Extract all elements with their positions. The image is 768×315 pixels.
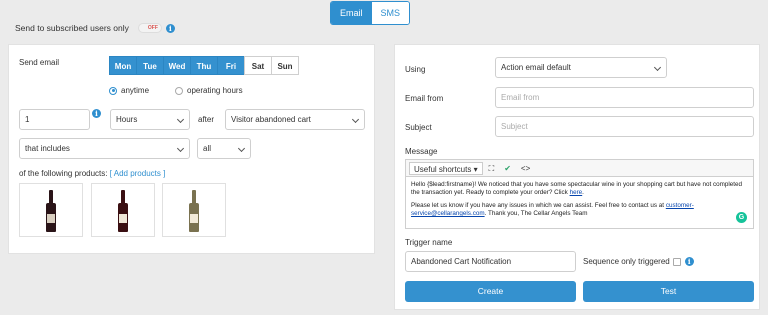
fullscreen-icon[interactable]: ⛶ xyxy=(485,162,499,175)
subject-label: Subject xyxy=(405,123,432,132)
message-editor[interactable]: Useful shortcuts ▾ ⛶ ✔ <> Hello {$lead:f… xyxy=(405,159,754,229)
day-thu[interactable]: Thu xyxy=(190,56,218,75)
message-label: Message xyxy=(405,147,438,156)
radio-anytime-dot[interactable] xyxy=(109,86,117,95)
trigger-event-select[interactable]: Visitor abandoned cart xyxy=(225,109,365,130)
send-email-label: Send email xyxy=(19,58,60,67)
after-label: after xyxy=(198,115,215,124)
editor-toolbar: Useful shortcuts ▾ ⛶ ✔ <> xyxy=(406,160,753,177)
radio-operating-hours[interactable]: operating hours xyxy=(175,86,243,95)
day-sat[interactable]: Sat xyxy=(244,56,272,75)
day-wed[interactable]: Wed xyxy=(163,56,191,75)
day-tue[interactable]: Tue xyxy=(136,56,164,75)
useful-shortcuts-dropdown[interactable]: Useful shortcuts ▾ xyxy=(409,161,483,175)
toggle-state: OFF xyxy=(147,25,158,31)
product-card[interactable] xyxy=(91,183,155,237)
bottle-label xyxy=(119,214,127,223)
radio-operating-label: operating hours xyxy=(187,86,243,95)
delay-unit-select[interactable]: Hours xyxy=(110,109,190,130)
bottle-label xyxy=(190,214,198,223)
tab-email[interactable]: Email xyxy=(331,2,372,24)
message-paragraph: Hello {$lead:firstname}! We noticed that… xyxy=(411,181,743,197)
trigger-name-label: Trigger name xyxy=(405,238,453,247)
trigger-name-input[interactable]: Abandoned Cart Notification xyxy=(405,251,576,272)
condition-select[interactable]: that includes xyxy=(19,138,190,159)
sequence-info-icon[interactable]: i xyxy=(684,257,694,266)
code-view-icon[interactable]: <> xyxy=(517,162,534,175)
wine-bottle-image xyxy=(118,190,128,232)
sequence-only-row: Sequence only triggered i xyxy=(583,257,694,266)
test-button[interactable]: Test xyxy=(583,281,754,302)
sequence-only-checkbox[interactable] xyxy=(672,257,681,266)
grammarly-icon[interactable]: G xyxy=(736,212,747,223)
products-label: of the following products: xyxy=(19,169,108,178)
create-button[interactable]: Create xyxy=(405,281,576,302)
email-from-label: Email from xyxy=(405,94,444,103)
message-paragraph: Please let us know if you have any issue… xyxy=(411,201,694,217)
spellcheck-icon[interactable]: ✔ xyxy=(500,162,515,175)
subscribed-row: Send to subscribed users only OFF i xyxy=(15,23,175,33)
bottle-neck xyxy=(49,190,53,204)
add-products-link[interactable]: [ Add products ] xyxy=(110,169,166,178)
bottle-label xyxy=(47,214,55,223)
bottle-neck xyxy=(192,190,196,204)
using-label: Using xyxy=(405,65,426,74)
tab-sms[interactable]: SMS xyxy=(371,2,410,24)
bottle-neck xyxy=(121,190,125,204)
here-link[interactable]: here xyxy=(570,189,583,196)
info-icon[interactable]: i xyxy=(165,23,175,33)
email-from-input[interactable]: Email from xyxy=(495,87,754,108)
message-body[interactable]: Hello {$lead:firstname}! We noticed that… xyxy=(406,177,753,226)
day-fri[interactable]: Fri xyxy=(217,56,245,75)
day-selector: Mon Tue Wed Thu Fri Sat Sun xyxy=(109,56,299,75)
day-sun[interactable]: Sun xyxy=(271,56,299,75)
delay-info-icon[interactable]: i xyxy=(92,109,101,118)
product-card[interactable] xyxy=(162,183,226,237)
products-row: of the following products: [ Add product… xyxy=(19,169,165,178)
radio-anytime-label: anytime xyxy=(121,86,150,95)
using-select[interactable]: Action email default xyxy=(495,57,667,78)
radio-anytime[interactable]: anytime xyxy=(109,86,149,95)
sequence-only-label: Sequence only triggered xyxy=(583,257,670,266)
schedule-panel: Send email Mon Tue Wed Thu Fri Sat Sun a… xyxy=(8,44,375,254)
radio-operating-dot[interactable] xyxy=(175,86,183,95)
day-mon[interactable]: Mon xyxy=(109,56,137,75)
delay-value-input[interactable]: 1 xyxy=(19,109,90,130)
wine-bottle-image xyxy=(46,190,56,232)
channel-toggle: Email SMS xyxy=(330,1,411,25)
product-card[interactable] xyxy=(19,183,83,237)
wine-bottle-image xyxy=(189,190,199,232)
email-settings-panel: Using Action email default Email from Em… xyxy=(394,44,760,310)
subscribed-toggle[interactable]: OFF xyxy=(137,23,162,33)
subject-input[interactable]: Subject xyxy=(495,116,754,137)
scope-select[interactable]: all xyxy=(197,138,251,159)
subscribed-label: Send to subscribed users only xyxy=(15,23,129,33)
